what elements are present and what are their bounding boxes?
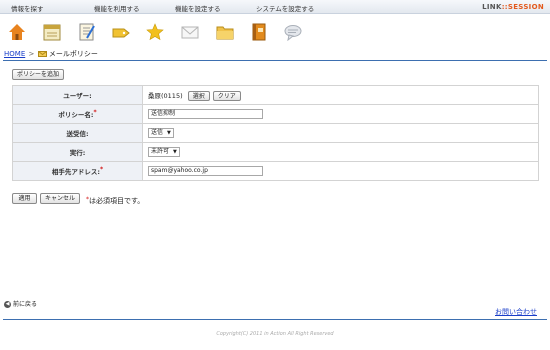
form-row-direction: 送受信: 送信 ▼ <box>12 123 539 143</box>
breadcrumb-home-link[interactable]: HOME <box>4 50 25 58</box>
address-book-icon[interactable] <box>250 23 268 41</box>
form-row-user: ユーザー: 桑原(0115) 選択 クリア <box>12 85 539 105</box>
form-row-address: 相手先アドレス:* spam@yahoo.co.jp <box>12 161 539 181</box>
policy-name-input[interactable]: 送信抑制 <box>148 109 263 119</box>
execution-select[interactable]: 未許可 ▼ <box>148 147 180 157</box>
chevron-down-icon: ▼ <box>173 149 177 155</box>
policy-name-cell: 送信抑制 <box>142 104 539 124</box>
apply-button[interactable]: 適用 <box>12 193 37 204</box>
form-row-policy-name: ポリシー名:* 送信抑制 <box>12 104 539 124</box>
nav-configure-system[interactable]: システムを設定する <box>256 3 314 13</box>
direction-select[interactable]: 送信 ▼ <box>148 128 174 138</box>
chevron-down-icon: ▼ <box>167 130 171 136</box>
star-icon[interactable] <box>146 23 164 41</box>
policy-form: ユーザー: 桑原(0115) 選択 クリア ポリシー名:* 送信抑制 送受信: … <box>12 85 539 181</box>
select-user-button[interactable]: 選択 <box>187 90 210 101</box>
nav-configure-features[interactable]: 機能を設定する <box>175 3 221 13</box>
execution-select-value: 未許可 <box>151 148 170 155</box>
clear-user-button[interactable]: クリア <box>212 90 241 101</box>
folder-icon[interactable] <box>216 23 234 41</box>
user-value: 桑原(0115) <box>148 91 183 100</box>
user-value-cell: 桑原(0115) 選択 クリア <box>142 85 539 105</box>
page-title: メールポリシー <box>48 50 98 58</box>
cancel-button[interactable]: キャンセル <box>40 193 80 204</box>
address-label-text: 相手先アドレス: <box>51 168 100 176</box>
back-link-text: 前に戻る <box>13 301 38 308</box>
execution-label: 実行: <box>12 142 143 162</box>
required-note: *は必須項目です。 <box>86 196 144 206</box>
policy-name-label-text: ポリシー名: <box>58 111 94 119</box>
brand-logo: LINK::SESSION <box>482 3 544 11</box>
back-arrow-icon: ◀ <box>4 301 11 308</box>
policy-name-label: ポリシー名:* <box>12 104 143 124</box>
nav-use-features[interactable]: 機能を利用する <box>94 3 140 13</box>
mail-policy-icon <box>37 50 47 58</box>
address-cell: spam@yahoo.co.jp <box>142 161 539 181</box>
execution-cell: 未許可 ▼ <box>142 142 539 162</box>
header-divider <box>3 60 547 61</box>
calendar-icon[interactable] <box>43 23 61 41</box>
add-policy-button[interactable]: ポリシーを追加 <box>12 69 64 80</box>
address-input[interactable]: spam@yahoo.co.jp <box>148 166 263 176</box>
required-note-text: は必須項目です。 <box>89 197 145 205</box>
copyright: Copyright(C) 2011 in Action All Right Re… <box>216 331 334 337</box>
nav-find-info[interactable]: 情報を探す <box>11 3 44 13</box>
user-label-text: ユーザー: <box>63 92 92 100</box>
required-mark: * <box>93 109 97 116</box>
direction-cell: 送信 ▼ <box>142 123 539 143</box>
direction-label-text: 送受信: <box>66 130 89 138</box>
comment-icon[interactable] <box>284 23 302 41</box>
execution-label-text: 実行: <box>69 149 86 157</box>
footer-divider <box>3 319 547 320</box>
mail-icon[interactable] <box>181 23 199 41</box>
form-row-execution: 実行: 未許可 ▼ <box>12 142 539 162</box>
required-mark: * <box>99 166 104 173</box>
direction-label: 送受信: <box>12 123 143 143</box>
notepad-icon[interactable] <box>78 23 96 41</box>
home-icon[interactable] <box>8 23 26 41</box>
breadcrumb-separator: > <box>28 50 35 58</box>
icon-toolbar <box>0 14 550 46</box>
direction-select-value: 送信 <box>151 129 164 136</box>
tag-icon[interactable] <box>112 23 130 41</box>
address-label: 相手先アドレス:* <box>12 161 143 181</box>
brand-accent: ::SESSION <box>501 3 544 11</box>
breadcrumb: HOME > メールポリシー <box>4 49 98 59</box>
back-link[interactable]: ◀ 前に戻る <box>4 299 37 308</box>
contact-link[interactable]: お問い合わせ <box>495 307 537 317</box>
user-label: ユーザー: <box>12 85 143 105</box>
top-nav: 情報を探す 機能を利用する 機能を設定する システムを設定する LINK::SE… <box>0 0 550 14</box>
brand-main: LINK <box>482 3 502 11</box>
